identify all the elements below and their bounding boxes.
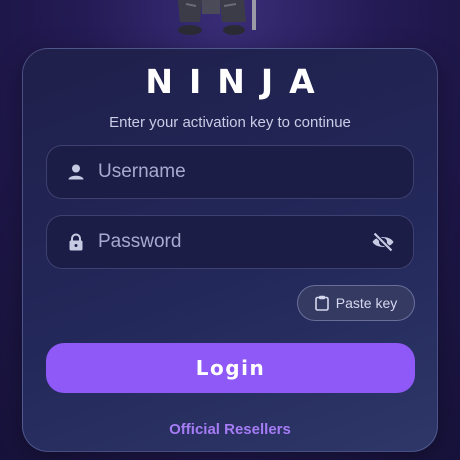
subtitle: Enter your activation key to continue: [109, 114, 351, 131]
app-title: NINJA: [145, 62, 331, 101]
lock-icon: [69, 233, 83, 251]
paste-key-button[interactable]: Paste key: [297, 285, 415, 321]
eye-off-icon[interactable]: [371, 231, 395, 253]
ninja-mascot-image: [164, 0, 260, 36]
clipboard-icon: [314, 295, 329, 311]
password-field[interactable]: [46, 215, 414, 269]
official-resellers-link[interactable]: Official Resellers: [0, 421, 460, 439]
username-field[interactable]: [46, 145, 414, 199]
login-label: Login: [195, 356, 266, 380]
login-button[interactable]: Login: [46, 343, 415, 393]
paste-key-label: Paste key: [335, 295, 398, 311]
password-input[interactable]: [98, 216, 378, 268]
user-icon: [68, 164, 84, 180]
username-input[interactable]: [98, 146, 378, 198]
